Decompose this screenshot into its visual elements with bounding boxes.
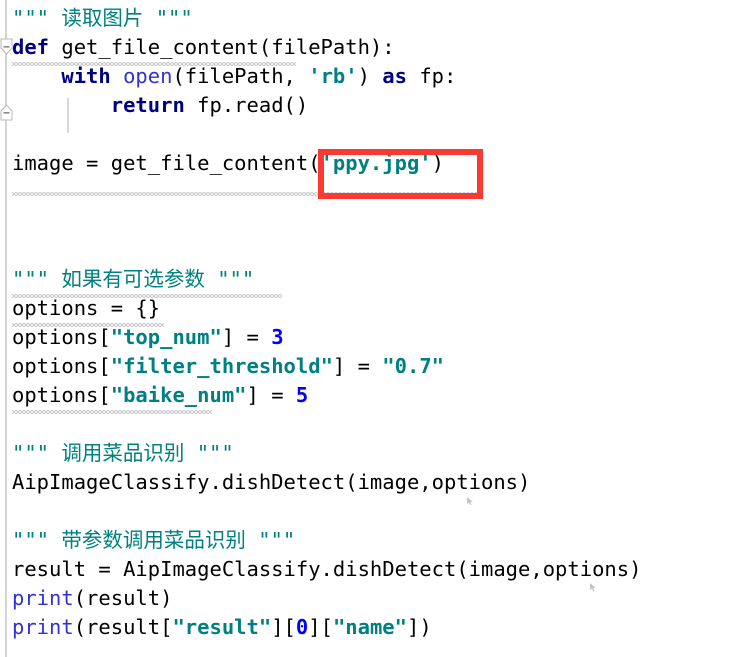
code-line[interactable] bbox=[12, 236, 755, 265]
code-token-num: 5 bbox=[295, 383, 309, 407]
code-line[interactable]: def get_file_content(filePath): bbox=[12, 33, 755, 62]
code-token-builtin: open bbox=[123, 64, 173, 88]
code-token-plain: ] = bbox=[246, 383, 296, 407]
code-token-plain: fp.read() bbox=[184, 93, 309, 117]
code-line[interactable]: AipImageClassify.dishDetect(image,option… bbox=[12, 468, 755, 497]
code-token-str: "0.7" bbox=[382, 354, 445, 378]
code-token-plain: fp: bbox=[406, 64, 457, 88]
code-line[interactable]: result = AipImageClassify.dishDetect(ima… bbox=[12, 555, 755, 584]
code-line[interactable] bbox=[12, 207, 755, 236]
code-line[interactable]: options = {} bbox=[12, 294, 755, 323]
code-token-plain: result = AipImageClassify.dishDetect(ima… bbox=[12, 557, 642, 581]
code-line[interactable]: """ 带参数调用菜品识别 """ bbox=[12, 526, 755, 555]
code-token-str: "result" bbox=[172, 615, 272, 639]
code-line[interactable]: """ 调用菜品识别 """ bbox=[12, 439, 755, 468]
code-token-str: "baike_num" bbox=[110, 383, 247, 407]
code-token-plain: image = get_file_content( bbox=[12, 151, 321, 175]
code-editor-surface[interactable]: """ 读取图片 """ def get_file_content(filePat… bbox=[0, 0, 755, 657]
code-line[interactable] bbox=[12, 120, 755, 149]
code-token-doc: """ 读取图片 """ bbox=[12, 6, 193, 30]
code-token-doc: """ 调用菜品识别 """ bbox=[12, 441, 234, 465]
code-line[interactable]: print(result["result"][0]["name"]) bbox=[12, 613, 755, 642]
code-line[interactable] bbox=[12, 178, 755, 207]
code-token-builtin: print bbox=[12, 615, 74, 639]
code-token-kw: as bbox=[382, 64, 407, 88]
code-token-plain: options[ bbox=[12, 325, 111, 349]
code-token-str: "filter_threshold" bbox=[110, 354, 333, 378]
code-line[interactable]: with open(filePath, 'rb') as fp: bbox=[12, 62, 755, 91]
code-line[interactable]: options["filter_threshold"] = "0.7" bbox=[12, 352, 755, 381]
code-line[interactable] bbox=[12, 410, 755, 439]
mouse-cursor-ghost-2 bbox=[590, 583, 596, 592]
code-token-plain: (result) bbox=[73, 586, 173, 610]
code-token-kw: def bbox=[12, 35, 50, 59]
code-token-doc: """ 带参数调用菜品识别 """ bbox=[12, 528, 296, 552]
code-token-plain: ]) bbox=[407, 615, 432, 639]
code-text-area[interactable]: """ 读取图片 """ def get_file_content(filePat… bbox=[12, 4, 755, 642]
fold-rail-line bbox=[5, 0, 7, 657]
code-line[interactable]: """ 如果有可选参数 """ bbox=[12, 265, 755, 294]
code-line[interactable]: options["top_num"] = 3 bbox=[12, 323, 755, 352]
code-token-plain: ] = bbox=[221, 325, 272, 349]
code-token-plain: ] = bbox=[332, 354, 383, 378]
code-line[interactable]: """ 读取图片 """ bbox=[12, 4, 755, 33]
code-token-kw: with bbox=[61, 64, 111, 88]
code-token-num: 3 bbox=[271, 325, 284, 349]
code-token-builtin: print bbox=[12, 586, 74, 610]
code-token-plain: ) bbox=[431, 151, 444, 175]
code-token-str: "name" bbox=[332, 615, 407, 639]
code-token-str: 'rb' bbox=[308, 64, 358, 88]
code-token-plain: ][ bbox=[271, 615, 296, 639]
mouse-cursor-ghost-1 bbox=[467, 497, 473, 506]
editor-gutter bbox=[0, 0, 13, 657]
code-line[interactable] bbox=[12, 497, 755, 526]
code-token-plain: options = {} bbox=[12, 296, 161, 320]
code-token-plain: (result[ bbox=[73, 615, 173, 639]
code-token-plain: options[ bbox=[12, 354, 111, 378]
code-token-num: 0 bbox=[295, 615, 309, 639]
code-line[interactable]: print(result) bbox=[12, 584, 755, 613]
code-token-kw: return bbox=[110, 93, 185, 117]
code-token-plain: AipImageClassify.dishDetect(image,option… bbox=[12, 470, 531, 494]
code-token-str: 'ppy.jpg' bbox=[320, 151, 432, 175]
code-token-plain: ) bbox=[357, 64, 383, 88]
code-token-doc: """ 如果有可选参数 """ bbox=[12, 267, 255, 291]
code-token-plain: ][ bbox=[308, 615, 333, 639]
code-token-plain: get_file_content(filePath): bbox=[49, 35, 395, 59]
code-token-plain: (filePath, bbox=[172, 64, 309, 88]
code-line[interactable]: return fp.read() bbox=[12, 91, 755, 120]
code-token-plain: options[ bbox=[12, 383, 111, 407]
code-line[interactable]: image = get_file_content('ppy.jpg') bbox=[12, 149, 755, 178]
code-token-str: "top_num" bbox=[110, 325, 222, 349]
code-line[interactable]: options["baike_num"] = 5 bbox=[12, 381, 755, 410]
